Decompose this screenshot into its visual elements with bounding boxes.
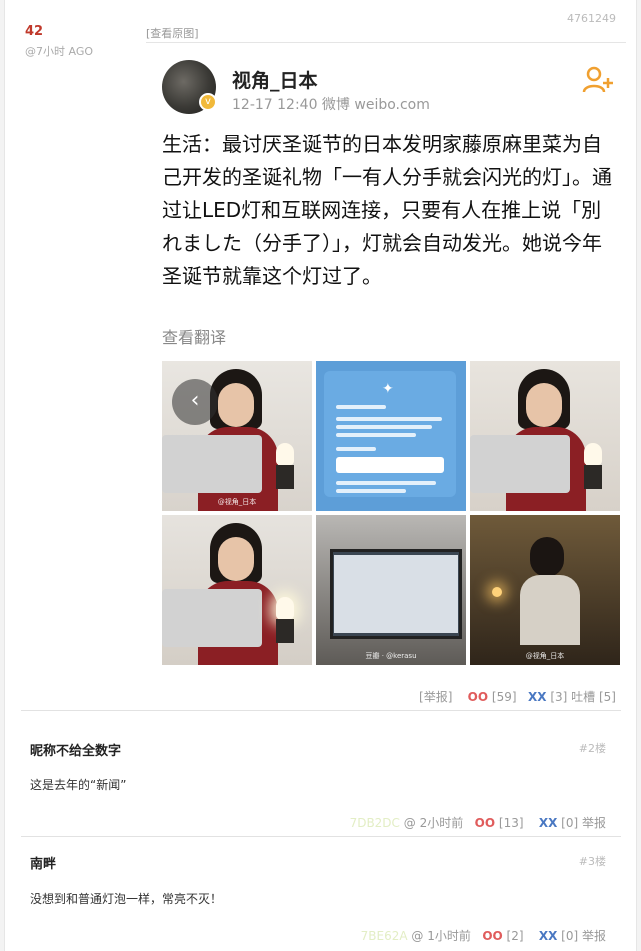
xx-button[interactable]: XX — [528, 690, 547, 704]
comment-user-id: 7DB2DC — [349, 816, 400, 830]
xx-count: [0] — [561, 929, 579, 943]
xx-button[interactable]: XX — [539, 816, 558, 830]
post-time: @7小时 AGO — [25, 45, 94, 58]
verified-badge-icon: v — [199, 93, 217, 111]
weibo-screenshot: v 视角_日本 12-17 12:40 微博 weibo.com 生活：最讨厌圣… — [146, 44, 626, 674]
photo-watermark: 豆瓣 · @kerasu — [365, 652, 417, 660]
oo-count: [13] — [498, 816, 524, 830]
oo-count: [59] — [491, 690, 517, 704]
divider — [146, 42, 626, 43]
weibo-text: 生活：最讨厌圣诞节的日本发明家藤原麻里菜为自己开发的圣诞礼物「一有人分手就会闪光… — [162, 132, 612, 288]
twitter-bird-icon: ✦ — [382, 381, 394, 397]
comment-actions: 7BE62A @ 1小时前 OO [2] XX [0] 举报 — [361, 927, 606, 944]
photo-4 — [162, 515, 312, 665]
post-actions: [举报] OO [59] XX [3] 吐槽 [5] — [419, 688, 616, 705]
photo-6: @视角_日本 — [470, 515, 620, 665]
lamp-shape — [584, 465, 602, 489]
oo-button[interactable]: OO — [468, 690, 488, 704]
photo-3 — [470, 361, 620, 511]
photo-watermark: @视角_日本 — [525, 652, 565, 660]
add-friend-icon — [582, 66, 613, 93]
oo-button[interactable]: OO — [475, 816, 495, 830]
report-link[interactable]: 举报 — [582, 816, 606, 830]
weibo-meta: 12-17 12:40 微博 weibo.com — [232, 97, 430, 113]
translate-link: 查看翻译 — [162, 328, 227, 347]
photo-2: ✦ — [316, 361, 466, 511]
view-original-link[interactable]: [查看原图] — [146, 25, 199, 41]
post-id[interactable]: 4761249 — [567, 12, 616, 25]
report-link[interactable]: 举报 — [582, 929, 606, 943]
xx-count: [0] — [561, 816, 579, 830]
comment-text: 没想到和普通灯泡一样，常亮不灭！ — [30, 892, 223, 906]
comment-author[interactable]: 昵称不给全数字 — [30, 740, 121, 759]
comment-text: 这是去年的“新闻” — [30, 778, 127, 792]
divider — [21, 836, 621, 837]
comment-actions: 7DB2DC @ 2小时前 OO [13] XX [0] 举报 — [350, 814, 606, 831]
comment-floor: #3楼 — [578, 855, 606, 868]
comment-floor: #2楼 — [578, 742, 606, 755]
xx-count: [3] — [550, 690, 568, 704]
oo-count: [2] — [506, 929, 524, 943]
laptop-shape — [162, 435, 262, 493]
comment-time: @ 1小时前 — [411, 929, 471, 943]
tucao-button[interactable]: 吐槽 [5] — [571, 690, 616, 704]
page-frame: 42 @7小时 AGO 4761249 [查看原图] v 视角_日本 12-17… — [4, 0, 637, 951]
twitter-card: ✦ — [324, 371, 456, 497]
comment-user-id: 7BE62A — [360, 929, 408, 943]
xx-button[interactable]: XX — [539, 929, 558, 943]
laptop-shape — [162, 589, 262, 647]
comment-author[interactable]: 南畔 — [30, 853, 56, 872]
weibo-author: 视角_日本 — [232, 70, 318, 92]
photo-5: 豆瓣 · @kerasu — [316, 515, 466, 665]
oo-button[interactable]: OO — [482, 929, 502, 943]
photo-1: ‹ @视角_日本 — [162, 361, 312, 511]
report-link[interactable]: [举报] — [419, 690, 452, 704]
comment-time: @ 2小时前 — [403, 816, 464, 830]
lamp-shape — [276, 465, 294, 489]
laptop-shape — [470, 435, 570, 493]
chevron-left-icon: ‹ — [172, 379, 218, 425]
post-number: 42 — [25, 24, 44, 39]
divider — [21, 710, 621, 711]
photo-watermark: @视角_日本 — [217, 498, 257, 506]
lamp-shape — [276, 619, 294, 643]
